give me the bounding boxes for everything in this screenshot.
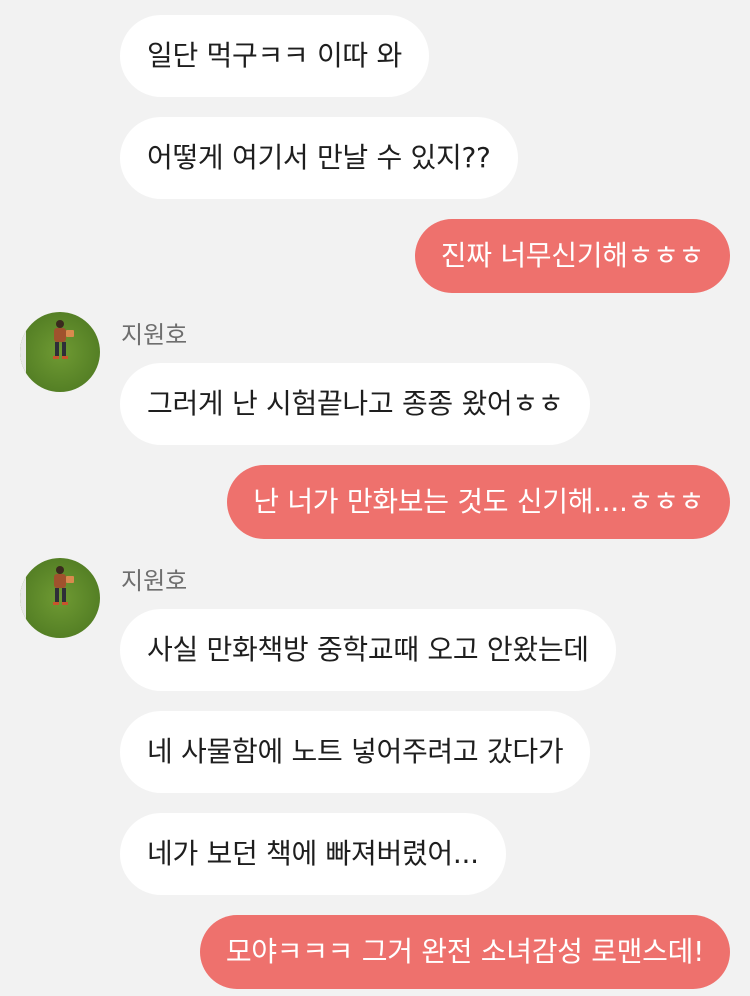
- message-incoming[interactable]: 어떻게 여기서 만날 수 있지??: [120, 117, 518, 199]
- message-outgoing[interactable]: 난 너가 만화보는 것도 신기해....ㅎㅎㅎ: [227, 465, 730, 539]
- message-outgoing[interactable]: 모야ㅋㅋㅋ 그거 완전 소녀감성 로맨스데!: [199, 915, 730, 989]
- message-incoming[interactable]: 네가 보던 책에 빠져버렸어...: [120, 813, 506, 895]
- message-outgoing[interactable]: 진짜 너무신기해ㅎㅎㅎ: [414, 219, 730, 293]
- sender-name: 지원호: [121, 567, 188, 595]
- sender-name: 지원호: [121, 321, 188, 349]
- chat-thread: 일단 먹구ㅋㅋ 이따 와 어떻게 여기서 만날 수 있지?? 진짜 너무신기해ㅎ…: [0, 0, 750, 996]
- message-incoming[interactable]: 사실 만화책방 중학교때 오고 안왔는데: [120, 609, 616, 691]
- avatar-photo-icon: [20, 558, 100, 638]
- message-incoming[interactable]: 일단 먹구ㅋㅋ 이따 와: [120, 15, 429, 97]
- contact-avatar[interactable]: [20, 558, 100, 638]
- message-incoming[interactable]: 네 사물함에 노트 넣어주려고 갔다가: [120, 711, 591, 793]
- avatar-photo-icon: [20, 312, 100, 392]
- contact-avatar[interactable]: [20, 312, 100, 392]
- message-incoming[interactable]: 그러게 난 시험끝나고 종종 왔어ㅎㅎ: [120, 363, 591, 445]
